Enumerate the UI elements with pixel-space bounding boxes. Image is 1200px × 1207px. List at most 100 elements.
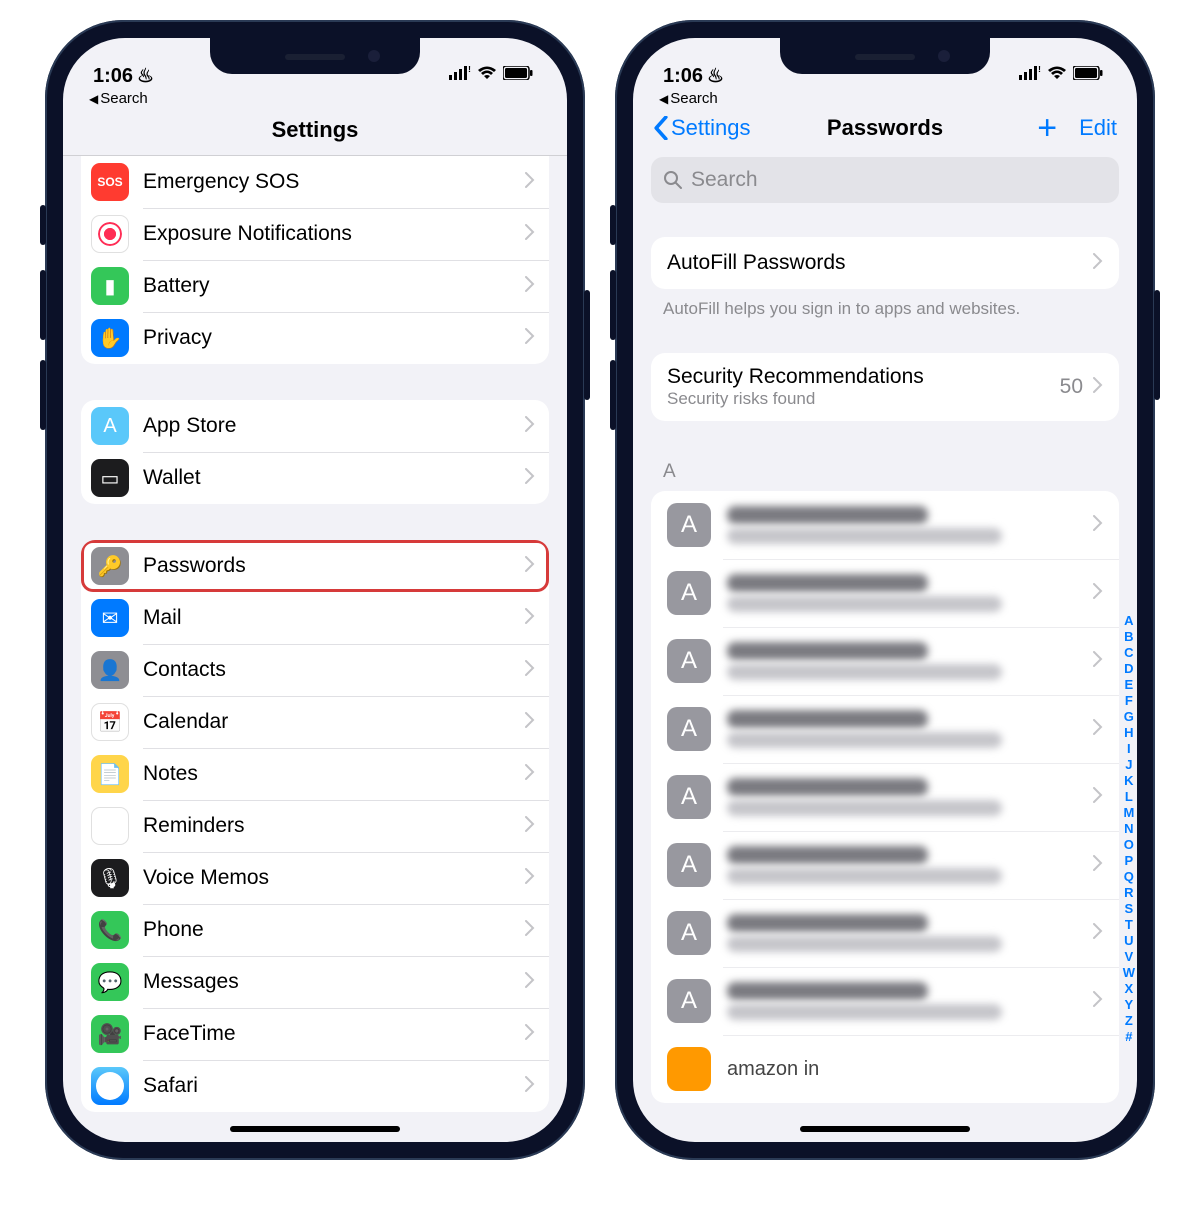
settings-row-wallet[interactable]: ▭Wallet bbox=[81, 452, 549, 504]
chevron-right-icon bbox=[525, 816, 535, 837]
back-to-search[interactable]: ◀ Search bbox=[63, 90, 567, 107]
row-label: Safari bbox=[143, 1074, 525, 1098]
settings-list[interactable]: SOS Emergency SOS Exposure Notifications ▮B… bbox=[63, 156, 567, 1142]
row-label: Contacts bbox=[143, 658, 525, 682]
edit-button[interactable]: Edit bbox=[1079, 115, 1117, 141]
index-Y[interactable]: Y bbox=[1123, 997, 1135, 1013]
password-row[interactable]: A bbox=[651, 763, 1119, 831]
passwords-content[interactable]: AutoFill Passwords AutoFill helps you si… bbox=[633, 203, 1137, 1142]
chevron-left-icon bbox=[653, 116, 669, 140]
chevron-right-icon bbox=[525, 972, 535, 993]
password-row[interactable]: A bbox=[651, 695, 1119, 763]
back-to-search[interactable]: ◀ Search bbox=[633, 90, 1137, 107]
alpha-index[interactable]: ABCDEFGHIJKLMNOPQRSTUVWXYZ# bbox=[1123, 613, 1135, 1045]
row-label: Messages bbox=[143, 970, 525, 994]
row-label: Mail bbox=[143, 606, 525, 630]
index-X[interactable]: X bbox=[1123, 981, 1135, 997]
chevron-right-icon bbox=[525, 172, 535, 193]
password-row[interactable]: A bbox=[651, 831, 1119, 899]
back-button[interactable]: Settings bbox=[653, 115, 751, 141]
settings-row-battery[interactable]: ▮Battery bbox=[81, 260, 549, 312]
settings-row-notes[interactable]: 📄Notes bbox=[81, 748, 549, 800]
exposure-notifications-icon bbox=[91, 215, 129, 253]
settings-group: 🔑Passwords✉Mail 👤 Contacts 📅Calendar📄Notes⋮… bbox=[81, 540, 549, 1112]
index-L[interactable]: L bbox=[1123, 789, 1135, 805]
password-row[interactable]: A bbox=[651, 627, 1119, 695]
chevron-right-icon bbox=[525, 468, 535, 489]
svg-text:!: ! bbox=[1038, 66, 1041, 74]
index-M[interactable]: M bbox=[1123, 805, 1135, 821]
password-row[interactable]: A bbox=[651, 559, 1119, 627]
cellular-icon: ! bbox=[1019, 63, 1041, 86]
index-K[interactable]: K bbox=[1123, 773, 1135, 789]
index-J[interactable]: J bbox=[1123, 757, 1135, 773]
settings-row-contacts[interactable]: 👤 Contacts bbox=[81, 644, 549, 696]
site-letter-icon: A bbox=[667, 707, 711, 751]
password-row[interactable]: amazon in bbox=[651, 1035, 1119, 1103]
index-V[interactable]: V bbox=[1123, 949, 1135, 965]
back-caret-icon: ◀ bbox=[89, 92, 98, 106]
settings-row-safari[interactable]: Safari bbox=[81, 1060, 549, 1112]
settings-row-voice-memos[interactable]: 🎙Voice Memos bbox=[81, 852, 549, 904]
index-N[interactable]: N bbox=[1123, 821, 1135, 837]
index-T[interactable]: T bbox=[1123, 917, 1135, 933]
index-#[interactable]: # bbox=[1123, 1029, 1135, 1045]
app-store-icon: A bbox=[91, 407, 129, 445]
index-H[interactable]: H bbox=[1123, 725, 1135, 741]
settings-group: AApp Store▭Wallet bbox=[81, 400, 549, 504]
phone-passwords: 1:06 ♨ ! ◀ Search Settings Passwords + E… bbox=[615, 20, 1155, 1160]
chevron-right-icon bbox=[525, 920, 535, 941]
home-indicator[interactable] bbox=[230, 1126, 400, 1132]
index-I[interactable]: I bbox=[1123, 741, 1135, 757]
index-D[interactable]: D bbox=[1123, 661, 1135, 677]
index-A[interactable]: A bbox=[1123, 613, 1135, 629]
emergency-sos-icon: SOS bbox=[91, 163, 129, 201]
password-row[interactable]: A bbox=[651, 967, 1119, 1035]
index-W[interactable]: W bbox=[1123, 965, 1135, 981]
row-label: Exposure Notifications bbox=[143, 222, 525, 246]
site-letter-icon: A bbox=[667, 503, 711, 547]
phone-icon: 📞 bbox=[91, 911, 129, 949]
settings-row-facetime[interactable]: 🎥FaceTime bbox=[81, 1008, 549, 1060]
add-button[interactable]: + bbox=[1037, 118, 1057, 138]
index-F[interactable]: F bbox=[1123, 693, 1135, 709]
security-recommendations-row[interactable]: Security Recommendations Security risks … bbox=[651, 353, 1119, 421]
wallet-icon: ▭ bbox=[91, 459, 129, 497]
notch bbox=[210, 38, 420, 74]
index-Z[interactable]: Z bbox=[1123, 1013, 1135, 1029]
home-indicator[interactable] bbox=[800, 1126, 970, 1132]
index-S[interactable]: S bbox=[1123, 901, 1135, 917]
row-label: Privacy bbox=[143, 326, 525, 350]
settings-row-calendar[interactable]: 📅Calendar bbox=[81, 696, 549, 748]
index-O[interactable]: O bbox=[1123, 837, 1135, 853]
contacts-icon: 👤 bbox=[91, 651, 129, 689]
password-row[interactable]: A bbox=[651, 491, 1119, 559]
settings-row-exposure-notifications[interactable]: Exposure Notifications bbox=[81, 208, 549, 260]
settings-row-app-store[interactable]: AApp Store bbox=[81, 400, 549, 452]
row-label: Emergency SOS bbox=[143, 170, 525, 194]
password-row[interactable]: A bbox=[651, 899, 1119, 967]
index-B[interactable]: B bbox=[1123, 629, 1135, 645]
index-P[interactable]: P bbox=[1123, 853, 1135, 869]
index-U[interactable]: U bbox=[1123, 933, 1135, 949]
settings-row-privacy[interactable]: ✋Privacy bbox=[81, 312, 549, 364]
autofill-card: AutoFill Passwords bbox=[651, 237, 1119, 289]
settings-row-mail[interactable]: ✉Mail bbox=[81, 592, 549, 644]
index-R[interactable]: R bbox=[1123, 885, 1135, 901]
index-G[interactable]: G bbox=[1123, 709, 1135, 725]
settings-row-passwords[interactable]: 🔑Passwords bbox=[81, 540, 549, 592]
chevron-right-icon bbox=[1093, 515, 1103, 536]
back-caret-icon: ◀ bbox=[659, 92, 668, 106]
autofill-passwords-row[interactable]: AutoFill Passwords bbox=[651, 237, 1119, 289]
search-input[interactable]: Search bbox=[651, 157, 1119, 203]
settings-row-emergency-sos[interactable]: SOS Emergency SOS bbox=[81, 156, 549, 208]
chevron-right-icon bbox=[1093, 251, 1103, 275]
chevron-right-icon bbox=[525, 224, 535, 245]
settings-row-phone[interactable]: 📞Phone bbox=[81, 904, 549, 956]
index-C[interactable]: C bbox=[1123, 645, 1135, 661]
settings-row-messages[interactable]: 💬Messages bbox=[81, 956, 549, 1008]
index-E[interactable]: E bbox=[1123, 677, 1135, 693]
settings-row-reminders[interactable]: ⋮Reminders bbox=[81, 800, 549, 852]
chevron-right-icon bbox=[1093, 651, 1103, 672]
index-Q[interactable]: Q bbox=[1123, 869, 1135, 885]
